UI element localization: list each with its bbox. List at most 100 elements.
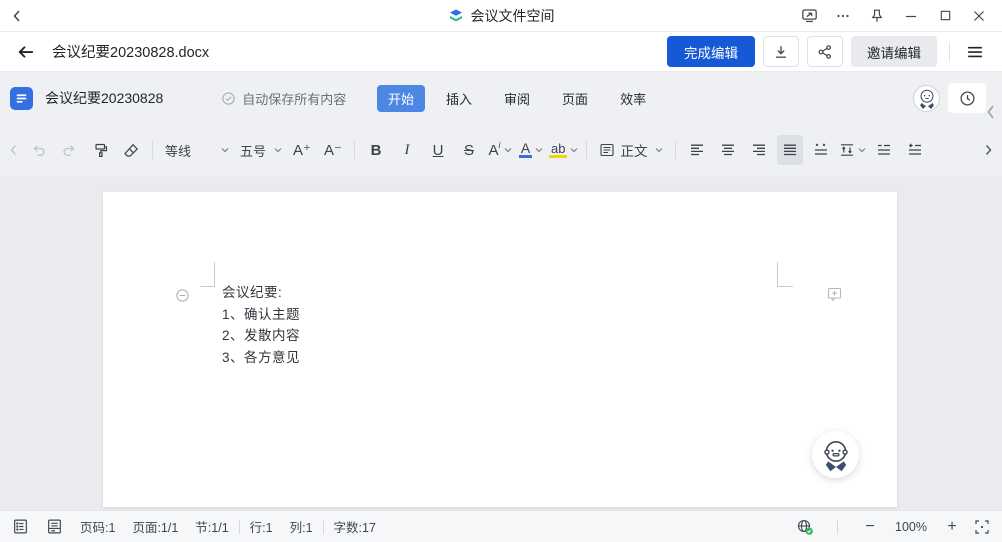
divider xyxy=(675,141,677,159)
fit-screen-icon[interactable] xyxy=(974,519,990,535)
titlebar-back-button[interactable] xyxy=(0,8,34,24)
page-view-icon[interactable] xyxy=(46,518,63,535)
zoom-out-button[interactable]: − xyxy=(861,518,879,536)
arrow-left-icon xyxy=(16,42,36,62)
font-color-button[interactable]: A xyxy=(518,135,544,165)
doc-line[interactable]: 1、确认主题 xyxy=(222,304,300,326)
panel-expand-chevron-icon[interactable] xyxy=(984,102,998,122)
maximize-button[interactable] xyxy=(932,4,958,28)
zoom-level[interactable]: 100% xyxy=(892,520,930,534)
align-center-button[interactable] xyxy=(715,135,741,165)
doc-line[interactable]: 2、发散内容 xyxy=(222,325,300,347)
finish-editing-button[interactable]: 完成编辑 xyxy=(667,36,755,67)
chevron-down-icon xyxy=(570,147,578,153)
add-comment-icon[interactable] xyxy=(826,286,843,303)
minimize-button[interactable] xyxy=(898,4,924,28)
status-line: 行:1 xyxy=(249,521,273,535)
app-logo-icon xyxy=(448,8,464,24)
outline-collapse-icon[interactable] xyxy=(175,288,190,303)
italic-button[interactable]: I xyxy=(394,135,420,165)
chevron-down-icon xyxy=(274,147,282,153)
highlight-letters: ab xyxy=(549,141,568,158)
close-button[interactable] xyxy=(966,4,992,28)
titlebar-controls xyxy=(796,4,1002,28)
document-page[interactable]: 会议纪要: 1、确认主题 2、发散内容 3、各方意见 xyxy=(103,192,897,507)
document-title: 会议纪要20230828 xyxy=(45,90,164,106)
invite-edit-button[interactable]: 邀请编辑 xyxy=(851,36,937,67)
paragraph-spacing-button[interactable] xyxy=(839,135,866,165)
statusbar: 页码:1 页面:1/1 节:1/1 行:1 列:1 字数:17 − 100% + xyxy=(0,510,1002,542)
font-size-value: 五号 xyxy=(240,143,267,159)
history-button[interactable] xyxy=(948,83,986,113)
zoom-in-button[interactable]: + xyxy=(943,518,961,536)
undo-button[interactable] xyxy=(25,135,51,165)
header-actions: 完成编辑 邀请编辑 xyxy=(667,36,1002,67)
back-button[interactable] xyxy=(0,42,52,62)
document-text[interactable]: 会议纪要: 1、确认主题 2、发散内容 3、各方意见 xyxy=(222,282,300,368)
statusbar-left: 页码:1 页面:1/1 节:1/1 xyxy=(12,517,229,536)
spellcheck-globe-icon[interactable] xyxy=(796,518,814,536)
bold-button[interactable]: B xyxy=(363,135,389,165)
tab-home[interactable]: 开始 xyxy=(377,84,426,112)
text-effect-button[interactable]: Ai xyxy=(487,135,513,165)
assistant-avatar[interactable] xyxy=(812,431,859,478)
ribbon-left: 会议纪要20230828 自动保存所有内容 xyxy=(10,72,346,124)
outline-view-icon[interactable] xyxy=(12,518,29,535)
divider xyxy=(322,519,324,534)
toolbar-scroll-left-icon[interactable] xyxy=(6,135,20,165)
paragraph-style-select[interactable]: 正文 xyxy=(595,135,667,165)
decrease-font-button[interactable]: A⁻ xyxy=(320,135,346,165)
document-canvas[interactable]: 会议纪要: 1、确认主题 2、发散内容 3、各方意见 xyxy=(0,176,1002,510)
statusbar-right: − 100% + xyxy=(796,518,990,536)
doc-line[interactable]: 会议纪要: xyxy=(222,282,300,304)
divider xyxy=(238,519,240,534)
align-right-button[interactable] xyxy=(746,135,772,165)
check-circle-icon xyxy=(221,91,236,106)
margin-corner-mark-left xyxy=(200,262,215,287)
increase-font-button[interactable]: A⁺ xyxy=(289,135,315,165)
strikethrough-button[interactable]: S xyxy=(456,135,482,165)
status-page-count: 页面:1/1 xyxy=(132,521,179,535)
tab-efficiency[interactable]: 效率 xyxy=(609,85,657,112)
divider xyxy=(354,141,355,159)
font-size-select[interactable]: 五号 xyxy=(238,135,284,165)
pin-icon[interactable] xyxy=(864,4,890,28)
font-name-select[interactable]: 等线 xyxy=(161,135,233,165)
chevron-down-icon xyxy=(858,147,866,153)
clock-history-icon xyxy=(959,90,976,107)
underline-button[interactable]: U xyxy=(425,135,451,165)
tab-insert[interactable]: 插入 xyxy=(435,85,483,112)
download-button[interactable] xyxy=(763,36,799,67)
increase-indent-button[interactable] xyxy=(902,135,928,165)
share-button[interactable] xyxy=(807,36,843,67)
ribbon-bar: 会议纪要20230828 自动保存所有内容 开始 插入 审阅 页面 效率 xyxy=(0,72,1002,124)
decrease-indent-button[interactable] xyxy=(871,135,897,165)
more-dots-icon[interactable] xyxy=(830,4,856,28)
align-left-button[interactable] xyxy=(684,135,710,165)
screen-share-icon[interactable] xyxy=(796,4,822,28)
redo-button[interactable] xyxy=(56,135,82,165)
user-avatar[interactable] xyxy=(913,84,940,112)
line-spacing-button[interactable] xyxy=(808,135,834,165)
eraser-button[interactable] xyxy=(118,135,144,165)
document-icon[interactable] xyxy=(10,86,33,110)
tab-review[interactable]: 审阅 xyxy=(493,85,541,112)
highlight-color-button[interactable]: ab xyxy=(549,135,578,165)
statusbar-cursor: 行:1 列:1 xyxy=(250,517,313,536)
toolbar-scroll-right-icon[interactable] xyxy=(980,135,996,165)
format-painter-button[interactable] xyxy=(87,135,113,165)
autosave-status: 自动保存所有内容 xyxy=(221,89,346,108)
document-filename: 会议纪要20230828.docx xyxy=(52,45,210,61)
chevron-down-icon xyxy=(655,147,663,153)
hamburger-menu-button[interactable] xyxy=(962,40,988,64)
font-name-value: 等线 xyxy=(165,143,192,159)
justify-button[interactable] xyxy=(777,135,804,165)
formatting-toolbar: 等线 五号 A⁺ A⁻ B I U S Ai A ab 正文 xyxy=(0,124,1002,176)
text-effect-letter: A xyxy=(488,141,499,159)
status-word-count: 字数:17 xyxy=(333,521,376,535)
titlebar: 会议文件空间 xyxy=(0,0,1002,32)
status-section: 节:1/1 xyxy=(195,521,229,535)
tab-page[interactable]: 页面 xyxy=(551,85,599,112)
doc-line[interactable]: 3、各方意见 xyxy=(222,347,300,369)
divider xyxy=(949,41,950,62)
